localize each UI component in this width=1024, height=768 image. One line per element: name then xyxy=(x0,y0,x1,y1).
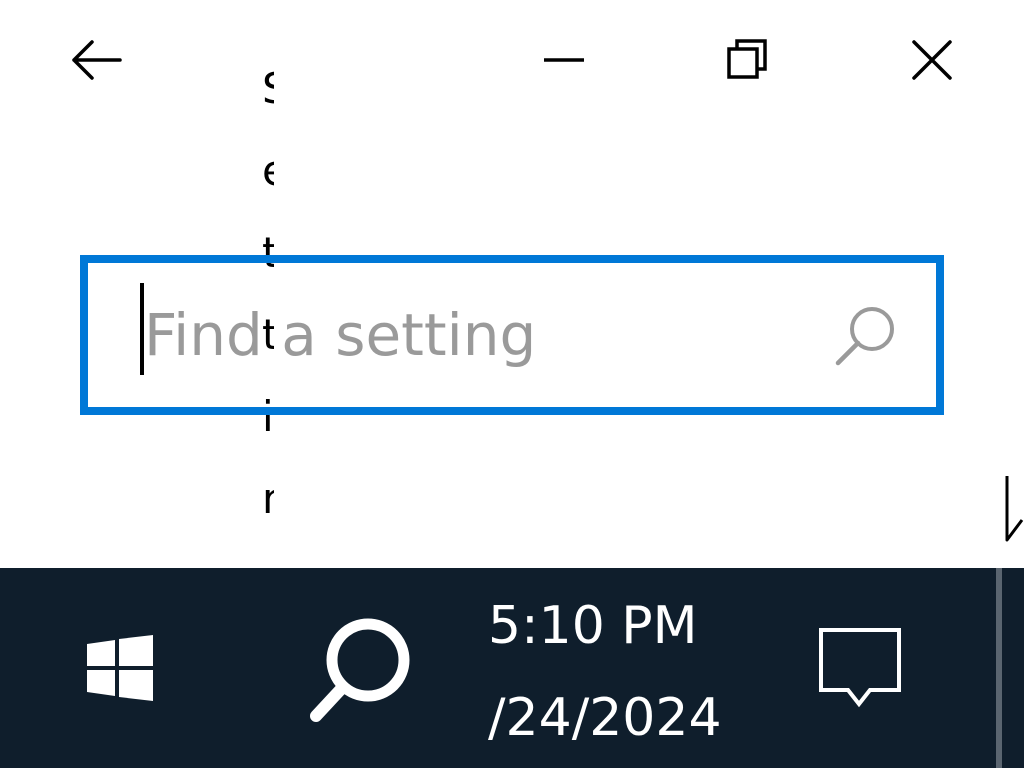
search-box[interactable] xyxy=(80,255,944,415)
restore-icon xyxy=(727,39,767,79)
back-button[interactable] xyxy=(58,22,134,98)
taskbar-divider xyxy=(996,568,1002,768)
action-center-button[interactable] xyxy=(800,608,920,728)
clock-time: 5:10 PM xyxy=(488,596,698,656)
minimize-icon xyxy=(544,58,584,62)
settings-window: S e t t i n g s xyxy=(0,0,1024,568)
clock[interactable]: 5:10 PM /24/2024 xyxy=(488,586,788,756)
title-char: e xyxy=(262,130,274,212)
notification-icon xyxy=(819,628,901,708)
start-button[interactable] xyxy=(60,608,180,728)
windows-logo-icon xyxy=(87,635,153,701)
close-icon xyxy=(912,40,952,80)
search-input[interactable] xyxy=(144,285,824,385)
clock-date: /24/2024 xyxy=(488,688,722,748)
taskbar: 5:10 PM /24/2024 xyxy=(0,568,1024,768)
restore-button[interactable] xyxy=(710,22,786,98)
arrow-left-icon xyxy=(72,40,122,80)
title-char: n xyxy=(262,458,274,540)
search-icon[interactable] xyxy=(832,299,902,369)
close-button[interactable] xyxy=(894,22,970,98)
title-char: g xyxy=(262,540,274,568)
minimize-button[interactable] xyxy=(526,22,602,98)
mouse-pointer-icon xyxy=(1005,476,1024,542)
title-char: S xyxy=(262,48,274,130)
taskbar-search-button[interactable] xyxy=(290,598,430,738)
search-icon xyxy=(310,618,410,722)
